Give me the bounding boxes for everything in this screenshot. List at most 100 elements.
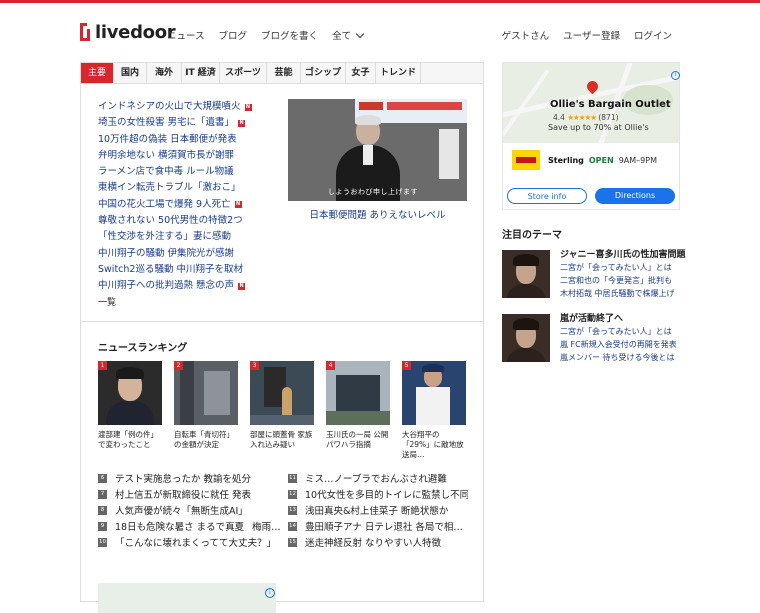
ranking-caption[interactable]: 渡部建「例の件」で変わったこと xyxy=(98,430,162,460)
ranking-row[interactable]: 6 テスト実施怠ったか 教諭を処分 xyxy=(98,471,278,485)
theme-text: ジャニー喜多川氏の性加害問題 二宮が「会ってみたい人」とは 二宮和也の「今更発言… xyxy=(560,249,686,300)
theme-link[interactable]: 二宮和也の「今更発言」批判も xyxy=(560,274,682,287)
ranking-text: 「こんなに壊れまくってて大丈夫？」 xyxy=(115,538,277,549)
logo-text: livedoor xyxy=(95,21,176,43)
tab-gossip[interactable]: ゴシップ xyxy=(301,63,346,83)
category-tabs: 主要 国内 海外 IT 経済 スポーツ 芸能 ゴシップ 女子 トレンド xyxy=(81,63,483,84)
ranking-row[interactable]: 15 迷走神経反射 なりやすい人特徴 xyxy=(288,535,468,549)
ranking-row[interactable]: 11 ミス…ノーブラでおんぶされ避難 xyxy=(288,471,468,485)
theme-thumbnail[interactable] xyxy=(502,314,550,362)
headline-text: インドネシアの火山で大規模噴火 xyxy=(98,101,241,112)
ranking-caption[interactable]: 自転車「青切符」の金額が決定 xyxy=(174,430,238,460)
feature-caption[interactable]: 日本郵便問題 ありえないレベル xyxy=(288,207,467,221)
ranking-caption[interactable]: 玉川氏の一局 公開パワハラ指摘 xyxy=(326,430,390,460)
ranking-text: 迷走神経反射 なりやすい人特徴 xyxy=(305,538,442,549)
ranking-card[interactable]: 1 渡部建「例の件」で変わったこと xyxy=(98,361,162,460)
ranking-card[interactable]: 5 大谷翔平の「29%」に敵地放送局… xyxy=(402,361,466,460)
store-bar[interactable]: Sterling OPEN 9AM–9PM xyxy=(503,145,679,175)
theme-heading[interactable]: 嵐が活動終了へ xyxy=(560,313,682,325)
headline-link[interactable]: 埼玉の女性殺害 男宅に「遺書」 N xyxy=(98,115,268,131)
directions-button[interactable]: Directions xyxy=(595,188,675,204)
ranking-text: ミス…ノーブラでおんぶされ避難 xyxy=(305,474,447,485)
sidebar-ad[interactable]: Ollie's Bargain Outlet 4.4 ★★★★★ (871) S… xyxy=(502,62,680,210)
tab-trend[interactable]: トレンド xyxy=(376,63,421,83)
tab-domestic[interactable]: 国内 xyxy=(114,63,147,83)
ranking-cards: 1 渡部建「例の件」で変わったこと 2 自転車「青切符」の金額が決定 3 部屋に… xyxy=(98,361,466,460)
headline-link[interactable]: Switch2巡る騒動 中川翔子を取材 xyxy=(98,262,268,278)
ranking-thumbnail[interactable]: 5 xyxy=(402,361,466,425)
ad-info-icon[interactable]: i xyxy=(265,588,275,598)
theme-link[interactable]: 二宮が「会ってみたい人」とは xyxy=(560,261,682,274)
nav-all[interactable]: 全て xyxy=(332,28,365,42)
ranking-text: 人気声優が続々「無断生成AI」 xyxy=(115,506,248,517)
ranking-row[interactable]: 7 村上信五が新取締役に就任 発表 xyxy=(98,487,278,501)
ranking-row[interactable]: 9 18日も危険な暑さ まるで真夏 梅雨… xyxy=(98,519,288,533)
tab-women[interactable]: 女子 xyxy=(346,63,376,83)
theme-link[interactable]: 二宮が「会ってみたい人」とは xyxy=(560,325,682,338)
rank-number: 4 xyxy=(326,361,335,370)
feature-article[interactable]: しようおわび申し上げます 日本郵便問題 ありえないレベル xyxy=(288,99,467,221)
headline-text: 埼玉の女性殺害 男宅に「遺書」 xyxy=(98,117,235,129)
headline-text: 弁明余地ない 横須賀市長が謝罪 xyxy=(98,149,235,161)
ranking-row[interactable]: 13 浅田真央&村上佳菜子 断絶状態か xyxy=(288,503,468,517)
rank-number: 2 xyxy=(174,361,183,370)
ranking-thumbnail[interactable]: 1 xyxy=(98,361,162,425)
theme-link[interactable]: 木村拓哉 中居氏騒動で株爆上げ xyxy=(560,287,682,300)
ranking-thumbnail[interactable]: 3 xyxy=(250,361,314,425)
ranking-card[interactable]: 3 部屋に頭蓋骨 家族入れ込み疑い xyxy=(250,361,314,460)
tab-main[interactable]: 主要 xyxy=(81,63,114,83)
tab-world[interactable]: 海外 xyxy=(147,63,182,83)
ranking-card[interactable]: 2 自転車「青切符」の金額が決定 xyxy=(174,361,238,460)
theme-link[interactable]: 嵐メンバー 待ち受ける今後とは xyxy=(560,351,682,364)
ad-map[interactable]: Ollie's Bargain Outlet 4.4 ★★★★★ (871) S… xyxy=(503,63,679,143)
nav-news[interactable]: ニュース xyxy=(167,28,205,42)
ranking-row[interactable]: 10 「こんなに壊れまくってて大丈夫？」 xyxy=(98,535,278,549)
headline-text: 「性交渉を外注する」妻に感動 xyxy=(98,231,232,243)
feature-image[interactable]: しようおわび申し上げます xyxy=(288,99,467,201)
store-info-button[interactable]: Store info xyxy=(507,188,587,204)
tab-sports[interactable]: スポーツ xyxy=(220,63,267,83)
headline-link[interactable]: 10万件超の偽装 日本郵便が発表 xyxy=(98,132,268,148)
ranking-caption[interactable]: 部屋に頭蓋骨 家族入れ込み疑い xyxy=(250,430,314,460)
nav-blog[interactable]: ブログ xyxy=(219,28,248,42)
theme-heading[interactable]: ジャニー喜多川氏の性加害問題 xyxy=(560,249,686,261)
store-city: Sterling xyxy=(548,155,584,165)
headline-link[interactable]: 中川翔子の騒動 伊集院光が感謝 xyxy=(98,246,268,262)
rank-number: 3 xyxy=(250,361,259,370)
headline-link[interactable]: ラーメン店で食中毒 ルール物議 xyxy=(98,164,268,180)
tab-it-economy[interactable]: IT 経済 xyxy=(182,63,220,83)
rank-number: 9 xyxy=(98,521,107,531)
livedoor-logo[interactable]: livedoor xyxy=(80,21,176,43)
headline-link[interactable]: 中川翔子への批判過熱 懸念の声 N xyxy=(98,278,268,294)
rank-number: 7 xyxy=(98,489,107,499)
ranking-card[interactable]: 4 玉川氏の一局 公開パワハラ指摘 xyxy=(326,361,390,460)
theme-text: 嵐が活動終了へ 二宮が「会ってみたい人」とは 嵐 FC新規入会受付の再開を発表 … xyxy=(560,313,682,364)
tab-entertainment[interactable]: 芸能 xyxy=(267,63,301,83)
theme-link[interactable]: 嵐 FC新規入会受付の再開を発表 xyxy=(560,338,682,351)
bottom-ad-map[interactable] xyxy=(98,583,276,613)
headline-link[interactable]: 弁明余地ない 横須賀市長が謝罪 xyxy=(98,148,268,164)
ranking-thumbnail[interactable]: 4 xyxy=(326,361,390,425)
register-link[interactable]: ユーザー登録 xyxy=(563,28,620,42)
headline-link[interactable]: 中国の花火工場で爆発 9人死亡 N xyxy=(98,197,268,213)
login-link[interactable]: ログイン xyxy=(634,28,672,42)
ranking-row[interactable]: 12 10代女性を多目的トイレに監禁し不同… xyxy=(288,487,468,501)
ad-store-name[interactable]: Ollie's Bargain Outlet xyxy=(550,99,671,110)
store-hours: 9AM–9PM xyxy=(618,155,657,165)
nav-write-blog[interactable]: ブログを書く xyxy=(261,28,318,42)
headline-text: ラーメン店で食中毒 ルール物議 xyxy=(98,166,234,178)
ranking-caption[interactable]: 大谷翔平の「29%」に敵地放送局… xyxy=(402,430,466,460)
headline-link[interactable]: 東横イン転売トラブル「激おこ」 xyxy=(98,180,268,196)
ranking-row[interactable]: 14 豊田順子アナ 日テレ退社 各局で相… xyxy=(288,519,468,533)
headline-link[interactable]: インドネシアの火山で大規模噴火 N xyxy=(98,99,268,115)
ad-info-icon[interactable]: i xyxy=(671,71,680,80)
more-link[interactable]: 一覧 xyxy=(98,295,268,311)
new-badge: N xyxy=(234,201,242,209)
headline-link[interactable]: 「性交渉を外注する」妻に感動 xyxy=(98,229,268,245)
headline-link[interactable]: 尊敬されない 50代男性の特徴2つ xyxy=(98,213,268,229)
theme-thumbnail[interactable] xyxy=(502,250,550,298)
ranking-row[interactable]: 8 人気声優が続々「無断生成AI」 xyxy=(98,503,278,517)
nav-all-label: 全て xyxy=(332,31,352,42)
headline-text: 中国の花火工場で爆発 9人死亡 xyxy=(98,198,231,210)
ranking-thumbnail[interactable]: 2 xyxy=(174,361,238,425)
